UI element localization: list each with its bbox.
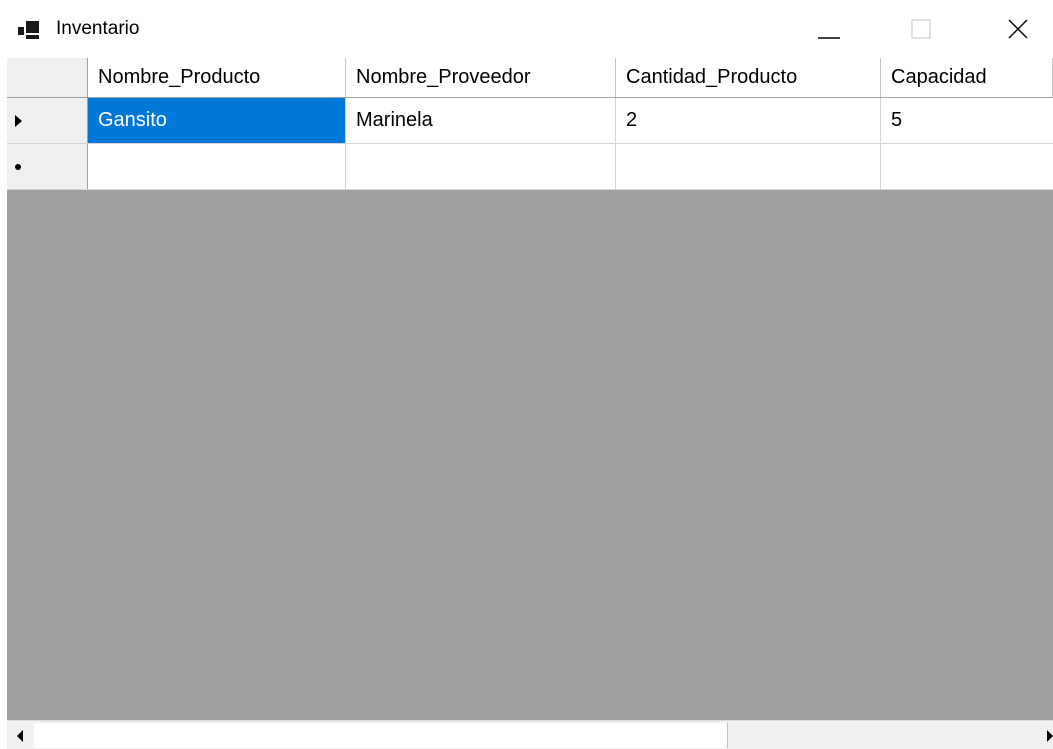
close-icon — [1008, 19, 1028, 39]
new-cell-cantidad-producto[interactable] — [616, 144, 881, 189]
column-header-cantidad-producto[interactable]: Cantidad_Producto — [616, 58, 881, 97]
new-row-header[interactable] — [7, 144, 88, 189]
scroll-left-button[interactable] — [7, 721, 33, 749]
scroll-right-arrow-icon — [1047, 729, 1053, 742]
title-bar[interactable]: Inventario — [0, 0, 1053, 58]
new-cell-nombre-producto[interactable] — [88, 144, 346, 189]
maximize-icon — [911, 19, 931, 39]
column-header-nombre-proveedor[interactable]: Nombre_Proveedor — [346, 58, 616, 97]
new-cell-nombre-proveedor[interactable] — [346, 144, 616, 189]
new-row-asterisk-icon — [15, 163, 21, 170]
scroll-left-arrow-icon — [17, 729, 23, 742]
inventario-window: Inventario Nombre_Producto Nombre_Provee… — [0, 0, 1053, 749]
column-header-row: Nombre_Producto Nombre_Proveedor Cantida… — [7, 58, 1053, 98]
cell-cantidad-producto[interactable]: 2 — [616, 98, 881, 143]
inventory-data-grid[interactable]: Nombre_Producto Nombre_Proveedor Cantida… — [7, 58, 1053, 749]
minimize-button[interactable] — [794, 0, 864, 58]
minimize-icon — [818, 37, 840, 39]
horizontal-scrollbar[interactable] — [7, 720, 1053, 749]
current-row-arrow-icon — [15, 114, 22, 127]
window-title: Inventario — [56, 18, 140, 39]
grid-corner-header[interactable] — [7, 58, 88, 98]
cell-nombre-producto[interactable]: Gansito — [88, 98, 346, 143]
column-header-capacidad[interactable]: Capacidad — [881, 58, 1053, 97]
table-row[interactable]: Gansito Marinela 2 5 — [7, 98, 1053, 144]
close-button[interactable] — [983, 0, 1053, 58]
scroll-thumb[interactable] — [34, 723, 728, 748]
cell-capacidad[interactable]: 5 — [881, 98, 1053, 143]
new-cell-capacidad[interactable] — [881, 144, 1053, 189]
cell-nombre-proveedor[interactable]: Marinela — [346, 98, 616, 143]
row-header[interactable] — [7, 98, 88, 143]
new-row[interactable] — [7, 144, 1053, 190]
column-header-nombre-producto[interactable]: Nombre_Producto — [88, 58, 346, 97]
scroll-right-button[interactable] — [1041, 721, 1053, 749]
app-icon — [18, 21, 39, 39]
maximize-button[interactable] — [886, 0, 956, 58]
